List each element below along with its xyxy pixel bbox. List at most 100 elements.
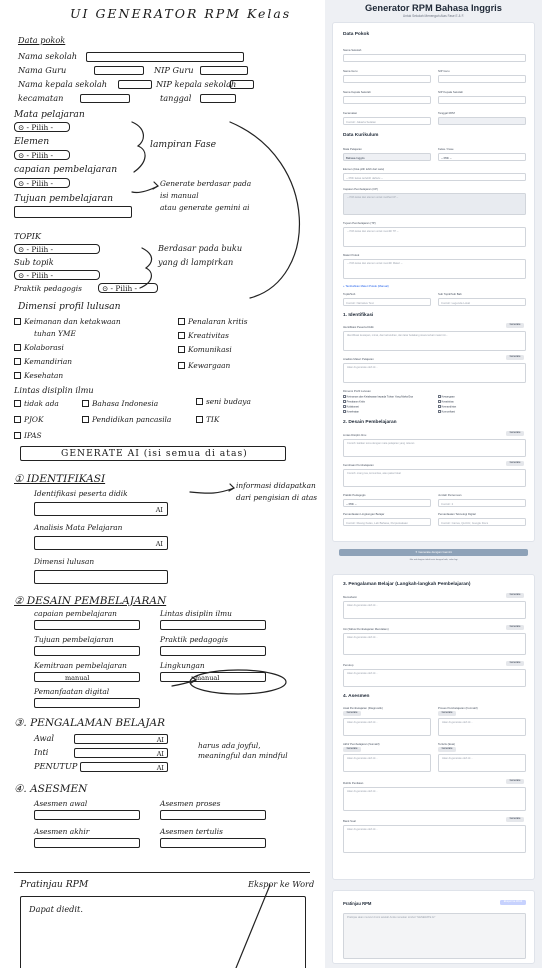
app-title: Generator RPM Bahasa Inggris (365, 3, 502, 13)
sketch-field (34, 646, 140, 656)
penutup-textarea[interactable]: Akan di-generate oleh AI... (343, 669, 526, 687)
dimensi-checkbox[interactable]: Keimanan dan Ketakwaan kepada Tuhan Yang… (343, 395, 413, 398)
topik-input[interactable]: Contoh: Narrative Text (343, 298, 431, 306)
regenerate-as-akhir-button[interactable]: Generate (343, 747, 361, 752)
mapel-select[interactable]: Bahasa Inggris (343, 153, 431, 161)
as-awal-textarea[interactable]: Akan di-generate oleh AI... (343, 718, 431, 736)
sketch-section-desain: ② DESAIN PEMBELAJARAN (14, 595, 167, 607)
label-nip-guru: NIP Guru (438, 69, 450, 73)
sketch-inti: Inti (34, 747, 49, 757)
sketch-asesmen-akhir: Asesmen akhir (34, 827, 90, 836)
dimensi-checkbox[interactable]: Kewargaan (438, 395, 455, 398)
sketch-sub-topik: Sub topik (14, 257, 54, 267)
sketch-field (86, 52, 244, 62)
sketch-dimensi-lulusan: Dimensi lulusan (34, 557, 95, 566)
lingkungan-input[interactable]: Contoh: Ruang Kelas, Lab Bahasa, Perpust… (343, 518, 431, 526)
sketch-field (34, 838, 140, 848)
dimensi-checkbox[interactable]: Kesehatan (343, 410, 359, 413)
sketch-dim-item: Kesehatan (14, 372, 63, 379)
dimensi-checkbox[interactable]: Kemandirian (438, 405, 456, 408)
as-proses-textarea[interactable]: Akan di-generate oleh AI... (438, 718, 526, 736)
sketch-nama-kepsek: Nama kepala sekolah (18, 79, 108, 89)
results-card: 3. Pengalaman Belajar (Langkah-langkah P… (332, 574, 535, 880)
sketch-data-pokok: Data pokok (18, 35, 66, 45)
as-akhir-textarea[interactable]: Akan di-generate oleh AI... (343, 754, 431, 772)
sketch-section-pengalaman: ③. PENGALAMAN BELAJAR (14, 717, 166, 729)
sketch-dim-item: Keimanan dan ketakwaan (14, 318, 121, 325)
regenerate-rubrik-button[interactable]: Generate (506, 779, 524, 784)
generate-gemini-button[interactable]: ✦ Generate dengan Gemini (339, 549, 528, 556)
label-jumlah: Jumlah Pertemuan (438, 493, 462, 497)
regenerate-soal-button[interactable]: Generate (506, 817, 524, 822)
sketch-mata-pelajaran: Mata pelajaran (14, 109, 85, 120)
tambah-materi-link[interactable]: + Tambahkan Materi Pokok (Manual) (343, 284, 389, 288)
kemitraan-textarea[interactable]: Contoh: orang tua, komunitas, atau pakar… (343, 469, 526, 487)
as-tertulis-textarea[interactable]: Akan di-generate oleh AI... (438, 754, 526, 772)
tujuan-box[interactable]: -- Pilih kelas dan elemen untuk memilih … (343, 227, 526, 247)
kecamatan-input[interactable]: Contoh: Jakarta Selatan (343, 117, 431, 125)
app-subtitle: Untuk Sekolah Menengah Atas Fase E & F. (402, 14, 465, 19)
regenerate-kemitraan-button[interactable]: Generate (506, 461, 524, 466)
label-penutup: Penutup (343, 663, 354, 667)
dimensi-checkbox[interactable]: Kreativitas (438, 400, 454, 403)
regenerate-awal-button[interactable]: Generate (506, 593, 524, 598)
pratinjau-area: Pratinjau akan muncul di sini setelah An… (343, 913, 526, 959)
identifikasi-textarea[interactable]: Identifikasi kesiapan, minat, dan kebutu… (343, 331, 526, 351)
nama-kepsek-input[interactable] (343, 96, 431, 104)
regenerate-penutup-button[interactable]: Generate (506, 661, 524, 666)
regenerate-lintas-button[interactable]: Generate (506, 431, 524, 436)
label-kelas: Kelas / Fase (438, 147, 454, 151)
sketch-tanggal: tanggal (160, 93, 192, 103)
sketch-dropdown: ⊙ - Pilih - (14, 270, 100, 280)
regenerate-inti-button[interactable]: Generate (506, 625, 524, 630)
tanggal-input[interactable] (438, 117, 526, 125)
inti-textarea[interactable]: Akan di-generate oleh AI... (343, 633, 526, 655)
label-as-tertulis: Tertulis (Esai) (438, 742, 455, 746)
app-header: Generator RPM Bahasa Inggris Untuk Sekol… (325, 2, 542, 18)
jumlah-input[interactable]: Contoh: 2 (438, 499, 526, 507)
dimensi-checkbox[interactable]: Penalaran Kritis (343, 400, 365, 403)
analisis-textarea[interactable]: Akan di-generate oleh AI... (343, 363, 526, 383)
dimensi-checkbox[interactable]: Komunikasi (438, 410, 455, 413)
label-digital: Pemanfaatan Teknologi Digital (438, 512, 476, 516)
dimensi-checkbox[interactable]: Kolaborasi (343, 405, 359, 408)
label-dimensi: Dimensi Profil Lulusan (343, 389, 371, 393)
nama-guru-input[interactable] (343, 75, 431, 83)
regenerate-analisis-button[interactable]: Generate (506, 355, 524, 360)
label-as-awal: Awal Pembelajaran (Diagnostik) (343, 706, 383, 710)
sketch-note-generate-1: Generate berdasar pada (160, 179, 252, 188)
sketch-field (160, 620, 266, 630)
regenerate-as-tertulis-button[interactable]: Generate (438, 747, 456, 752)
sketch-field (34, 620, 140, 630)
label-tujuan: Tujuan Pembelajaran (TP) (343, 221, 376, 225)
nama-sekolah-input[interactable] (343, 54, 526, 62)
sketch-field (34, 698, 140, 708)
regenerate-as-awal-button[interactable]: Generate (343, 711, 361, 716)
section-data-pokok: Data Pokok (343, 32, 370, 37)
sketch-awal: Awal (34, 733, 55, 743)
praktik-select[interactable]: -- Pilih -- (343, 499, 431, 507)
sketch-lintas-item: tidak ada (14, 400, 59, 407)
awal-textarea[interactable]: Akan di-generate oleh AI... (343, 601, 526, 619)
regenerate-identifikasi-button[interactable]: Generate (506, 323, 524, 328)
sketch-ekspor: Ekspor ke Word (248, 879, 315, 889)
sub-topik-input[interactable]: Contoh: Legenda Lokal (438, 298, 526, 306)
regenerate-as-proses-button[interactable]: Generate (438, 711, 456, 716)
label-mapel: Mata Pelajaran (343, 147, 362, 151)
sketch-lingkungan: Lingkungan (160, 661, 205, 670)
lintas-textarea[interactable]: Contoh: kaitkan tema dengan mata pelajar… (343, 439, 526, 457)
digital-input[interactable]: Contoh: Canva, Quizizz, Google Docs (438, 518, 526, 526)
kelas-select[interactable]: -- Pilih -- (438, 153, 526, 161)
nip-guru-input[interactable] (438, 75, 526, 83)
materi-box[interactable]: -- Pilih kelas dan elemen untuk memilih … (343, 259, 526, 279)
soal-textarea[interactable]: Akan di-generate oleh AI... (343, 825, 526, 853)
sketch-ai-field: AI (80, 762, 168, 772)
rubrik-textarea[interactable]: Akan di-generate oleh AI... (343, 787, 526, 811)
sketch-dim-item: tuhan YME (34, 329, 76, 338)
elemen-select[interactable]: -- Pilih kelas terlebih dahulu -- (343, 173, 526, 181)
nip-kepsek-input[interactable] (438, 96, 526, 104)
label-tanggal: Tanggal RPM (438, 111, 455, 115)
sketch-section-asesmen: ④. ASESMEN (14, 783, 88, 795)
ekspor-word-button[interactable]: Ekspor ke Word (500, 900, 526, 905)
generate-note: Jika ada bagian tidak terisi dengan baik… (409, 559, 458, 561)
